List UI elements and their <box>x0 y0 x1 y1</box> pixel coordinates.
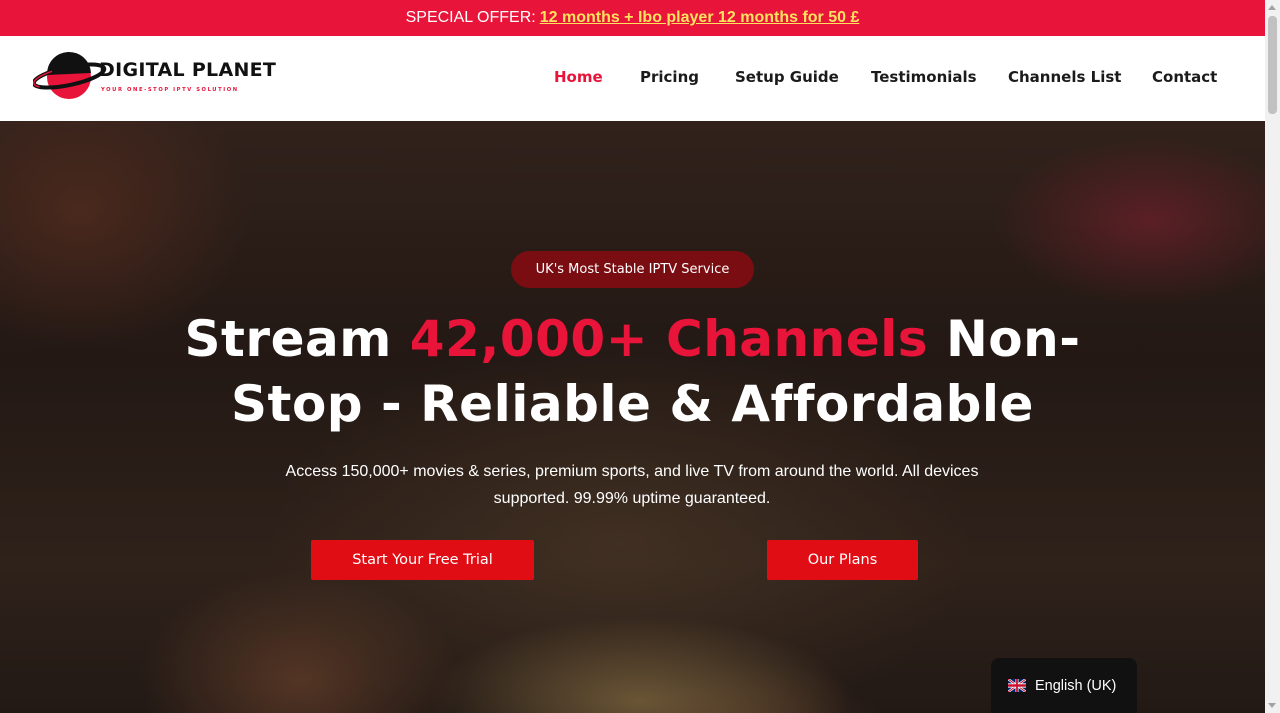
language-switcher[interactable]: English (UK) <box>991 658 1137 713</box>
scroll-up-arrow-icon[interactable] <box>1268 5 1276 10</box>
site-header: DIGITAL PLANET YOUR ONE-STOP IPTV SOLUTI… <box>0 36 1265 121</box>
start-free-trial-button[interactable]: Start Your Free Trial <box>311 540 534 580</box>
nav-item-home[interactable]: Home <box>554 68 603 86</box>
promo-offer-link[interactable]: 12 months + Ibo player 12 months for 50 … <box>540 9 860 27</box>
our-plans-button[interactable]: Our Plans <box>767 540 918 580</box>
nav-item-testimonials[interactable]: Testimonials <box>871 68 977 86</box>
uk-flag-icon <box>1008 679 1026 692</box>
scrollbar-thumb[interactable] <box>1268 16 1277 114</box>
language-label: English (UK) <box>1035 677 1117 694</box>
headline-part1: Stream <box>184 310 410 368</box>
main-nav: Home Pricing Setup Guide Testimonials Ch… <box>0 36 1265 121</box>
nav-item-channels-list[interactable]: Channels List <box>1008 68 1121 86</box>
hero-section: UK's Most Stable IPTV Service Stream 42,… <box>0 121 1265 713</box>
hero-headline: Stream 42,000+ Channels Non-Stop - Relia… <box>140 307 1125 437</box>
promo-prefix: SPECIAL OFFER: <box>405 9 536 26</box>
hero-badge: UK's Most Stable IPTV Service <box>511 251 754 288</box>
headline-accent: 42,000+ Channels <box>409 310 929 368</box>
nav-item-pricing[interactable]: Pricing <box>640 68 699 86</box>
nav-item-setup-guide[interactable]: Setup Guide <box>735 68 839 86</box>
nav-item-contact[interactable]: Contact <box>1152 68 1217 86</box>
page-scrollbar[interactable] <box>1265 0 1280 713</box>
scroll-down-arrow-icon[interactable] <box>1268 703 1276 708</box>
hero-subtext: Access 150,000+ movies & series, premium… <box>285 463 979 507</box>
promo-bar: SPECIAL OFFER: 12 months + Ibo player 12… <box>0 0 1265 36</box>
